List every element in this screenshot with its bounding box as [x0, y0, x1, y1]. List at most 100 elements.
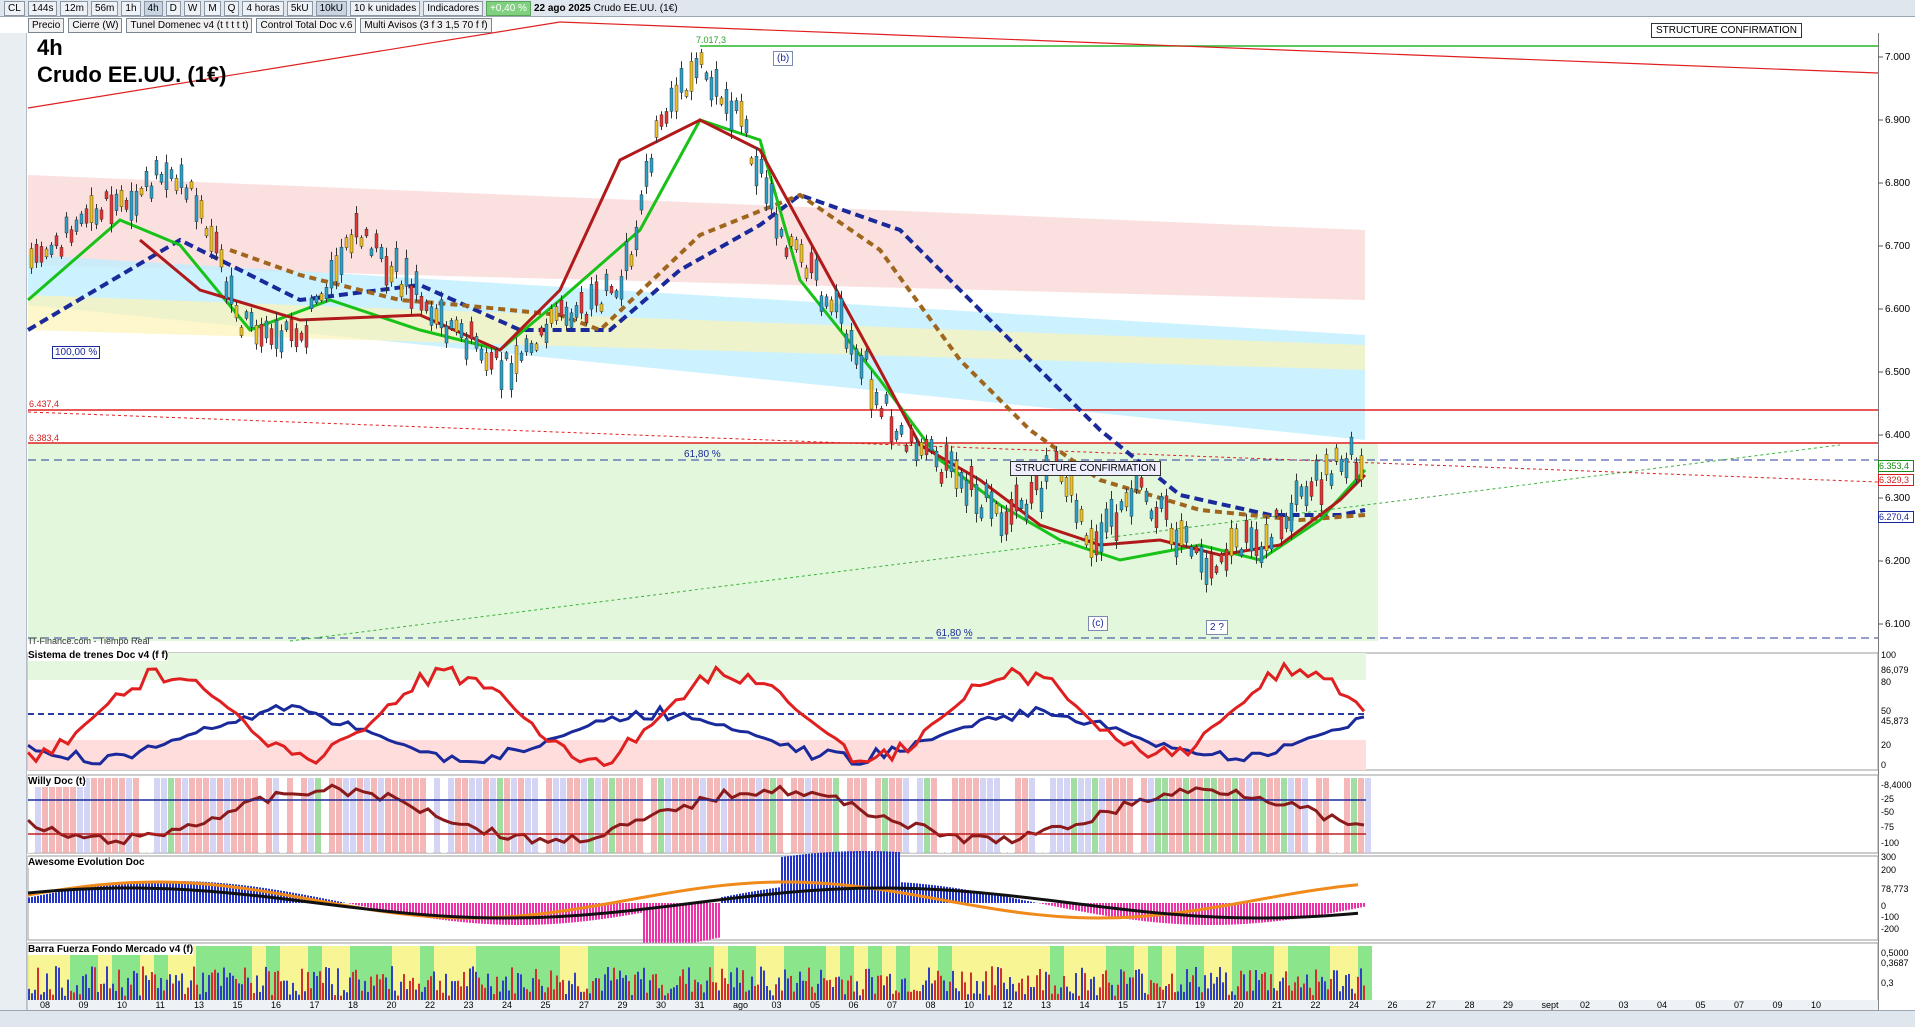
awesome-bar	[682, 903, 684, 945]
awesome-bar	[286, 892, 288, 903]
time-axis-tick: 22	[425, 1000, 435, 1010]
awesome-bar	[631, 903, 633, 914]
panel-1-title[interactable]: Sistema de trenes Doc v4 (f f)	[28, 650, 168, 661]
awesome-bar	[814, 853, 816, 903]
candle-body	[730, 101, 733, 130]
willy-bar	[693, 778, 699, 853]
candle-body	[1140, 478, 1143, 488]
awesome-bar	[874, 851, 876, 903]
awesome-bar	[121, 883, 123, 903]
willy-bar	[623, 778, 629, 853]
time-axis-tick: 15	[233, 1000, 243, 1010]
candle-body	[1160, 496, 1163, 508]
panel-axis-tick: 86,079	[1881, 665, 1909, 675]
awesome-bar	[1249, 903, 1251, 924]
candle-body	[1165, 496, 1168, 520]
awesome-bar	[1252, 903, 1254, 923]
candle-body	[1260, 547, 1263, 563]
time-axis-tick: 05	[1696, 1000, 1706, 1010]
awesome-bar	[1027, 901, 1029, 903]
candle-body	[680, 68, 683, 92]
willy-bar	[203, 778, 209, 853]
candle-body	[1025, 504, 1028, 520]
time-axis-tick: 07	[887, 1000, 897, 1010]
main-chart[interactable]: 7.0006.9006.8006.7006.6006.5006.4006.300…	[0, 0, 1915, 1026]
awesome-bar	[502, 903, 504, 925]
awesome-bar	[1024, 900, 1026, 903]
candle-body	[1170, 528, 1173, 544]
candle-body	[905, 445, 908, 451]
candle-body	[600, 304, 603, 312]
candle-body	[1280, 516, 1283, 539]
candle-body	[310, 298, 313, 309]
candle-body	[935, 451, 938, 467]
candle-body	[220, 250, 223, 267]
willy-bar	[1113, 778, 1119, 853]
awesome-bar	[148, 882, 150, 903]
awesome-bar	[1015, 899, 1017, 903]
awesome-bar	[871, 851, 873, 903]
willy-bar	[91, 778, 97, 853]
candle-body	[1225, 549, 1228, 570]
candle-body	[155, 160, 158, 175]
awesome-bar	[1243, 903, 1245, 924]
panel-axis-tick: 0,5000	[1881, 948, 1909, 958]
awesome-bar	[877, 851, 879, 903]
candle-body	[895, 431, 898, 439]
candle-body	[30, 249, 33, 268]
candle-body	[990, 492, 993, 519]
price-tag-3: 6.270,4	[1878, 511, 1914, 523]
candle-body	[755, 156, 758, 186]
candle-body	[75, 220, 78, 232]
awesome-bar	[880, 851, 882, 903]
candle-body	[545, 324, 548, 343]
awesome-bar	[673, 903, 675, 947]
awesome-bar	[160, 881, 162, 903]
awesome-bar	[1042, 903, 1044, 904]
willy-bar	[595, 778, 601, 853]
candle-body	[130, 191, 133, 220]
candle-body	[1340, 459, 1343, 472]
panel-3-title[interactable]: Awesome Evolution Doc	[28, 857, 145, 868]
panel-axis-tick: 80	[1881, 677, 1891, 687]
awesome-bar	[28, 897, 30, 903]
willy-bar	[273, 778, 279, 853]
candle-body	[870, 380, 873, 410]
willy-bar	[56, 778, 62, 853]
candle-body	[620, 276, 623, 299]
time-axis-tick: 13	[1041, 1000, 1051, 1010]
candle-body	[1195, 546, 1198, 552]
candle-body	[205, 228, 208, 236]
candle-body	[575, 305, 578, 317]
awesome-bar	[769, 889, 771, 903]
awesome-bar	[991, 894, 993, 903]
willy-bar	[511, 778, 517, 853]
candle-body	[655, 121, 658, 138]
time-axis-tick: 12	[1003, 1000, 1013, 1010]
candle-body	[70, 230, 73, 243]
awesome-bar	[1324, 903, 1326, 914]
willy-bar	[462, 778, 468, 853]
willy-bar	[1218, 778, 1224, 853]
panel-4-title[interactable]: Barra Fuerza Fondo Mercado v4 (f)	[28, 944, 193, 955]
willy-bar	[973, 778, 979, 853]
price-axis-tick: 6.800	[1885, 178, 1910, 189]
awesome-bar	[472, 903, 474, 923]
price-axis-tick: 6.700	[1885, 241, 1910, 252]
awesome-bar	[352, 903, 354, 904]
awesome-bar	[130, 883, 132, 903]
panel-2-title[interactable]: Willy Doc (t)	[28, 776, 86, 787]
candle-body	[170, 170, 173, 179]
awesome-bar	[694, 903, 696, 942]
candle-body	[1095, 532, 1098, 555]
awesome-bar	[361, 903, 363, 906]
candle-body	[770, 184, 773, 209]
willy-bar	[1302, 778, 1308, 853]
awesome-bar	[1345, 903, 1347, 910]
candle-body	[915, 442, 918, 460]
candle-body	[1185, 526, 1188, 542]
pct-100-label: 100,00 %	[52, 346, 100, 359]
candle-body	[180, 165, 183, 188]
candle-body	[1210, 554, 1213, 578]
time-axis-tick: 31	[695, 1000, 705, 1010]
